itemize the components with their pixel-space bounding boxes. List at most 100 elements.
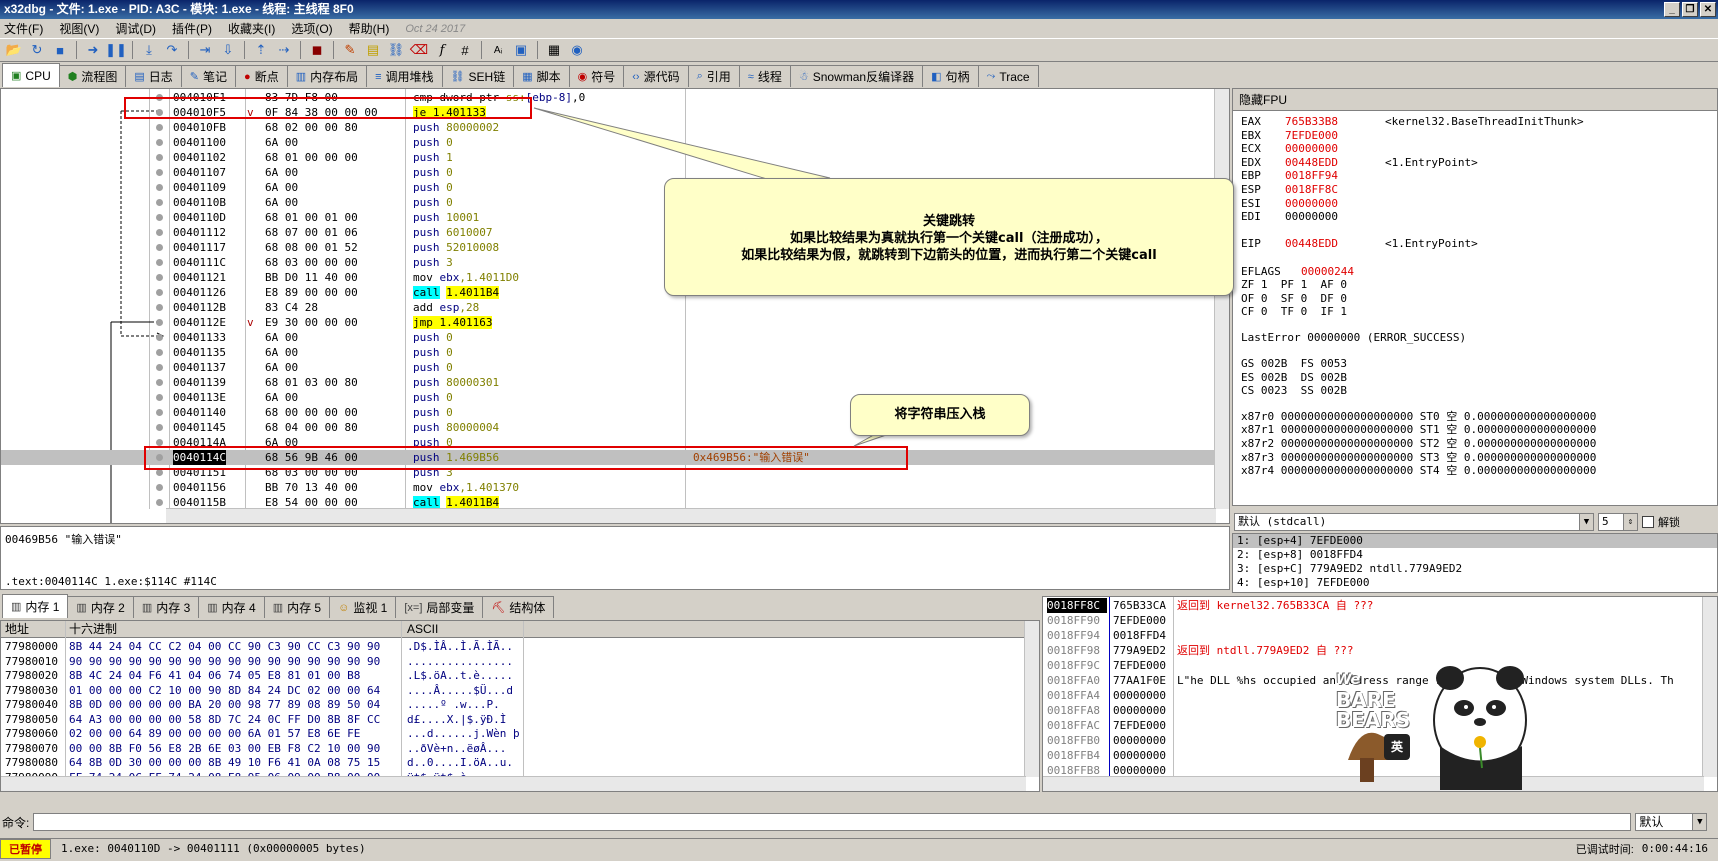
register-row[interactable]: ESP 0018FF8C — [1241, 183, 1385, 197]
dump-row[interactable]: 77980000 8B 44 24 04 CC C2 04 00 CC 90 C3… — [1, 640, 1026, 654]
trace-into-icon[interactable]: ⇡ — [251, 40, 271, 60]
menu-options[interactable]: 选项(O) — [291, 20, 332, 37]
disasm-row[interactable]: 00401135 6A 00 push 0 — [1, 345, 1216, 360]
breakpoint-dot[interactable] — [156, 424, 163, 431]
dump-row[interactable]: 77980080 64 8B 0D 30 00 00 00 8B 49 10 F6… — [1, 756, 1026, 770]
breakpoint-dot[interactable] — [156, 499, 163, 506]
menu-plugins[interactable]: 插件(P) — [172, 20, 212, 37]
tab-seh[interactable]: ⛓ SEH链 — [441, 65, 515, 87]
breakpoint-dot[interactable] — [156, 154, 163, 161]
flags-row[interactable]: CF 0 TF 0 IF 1 — [1241, 305, 1347, 319]
breakpoint-dot[interactable] — [156, 214, 163, 221]
trace-over-icon[interactable]: ⇢ — [274, 40, 294, 60]
tab-trace[interactable]: ⤳ Trace — [977, 65, 1039, 87]
command-mode-select[interactable]: 默认 ▼ — [1635, 813, 1708, 831]
menu-view[interactable]: 视图(V) — [59, 20, 99, 37]
hex-dump[interactable]: 地址 十六进制 ASCII 77980000 8B 44 24 04 CC C2 … — [0, 620, 1040, 792]
breakpoint-dot[interactable] — [156, 259, 163, 266]
fpu-row[interactable]: x87r0 00000000000000000000 ST0 空 0.00000… — [1241, 410, 1596, 424]
disasm-row[interactable]: 0040112B 83 C4 28 add esp,28 — [1, 300, 1216, 315]
stack-arguments[interactable]: 1: [esp+4] 7EFDE000 2: [esp+8] 0018FFD4 … — [1232, 533, 1718, 593]
stack-row[interactable]: 0018FF94 0018FFD4 — [1043, 628, 1703, 643]
close-button[interactable]: ✕ — [1700, 2, 1716, 17]
tab-breakpoint[interactable]: ● 断点 — [235, 65, 288, 87]
breakpoint-dot[interactable] — [156, 139, 163, 146]
font-icon[interactable]: Aᵢ — [488, 40, 508, 60]
ime-indicator[interactable]: 英 — [1384, 734, 1410, 760]
memory-tab[interactable]: ☺ 监视 1 — [329, 596, 397, 618]
breakpoint-dot[interactable] — [156, 469, 163, 476]
dump-row[interactable]: 77980020 8B 4C 24 04 F6 41 04 06 74 05 E8… — [1, 669, 1026, 683]
register-row[interactable]: EFLAGS 00000244 — [1241, 265, 1401, 279]
dump-row[interactable]: 77980050 64 A3 00 00 00 00 58 8D 7C 24 0C… — [1, 713, 1026, 727]
register-row[interactable]: EDI 00000000 — [1241, 210, 1385, 224]
unlock-checkbox[interactable] — [1642, 516, 1654, 528]
tab-log[interactable]: ▤ 日志 — [125, 65, 182, 87]
register-row[interactable]: ECX 00000000 — [1241, 142, 1385, 156]
breakpoint-dot[interactable] — [156, 364, 163, 371]
registers-panel[interactable]: 隐藏FPU EAX 765B33B8 <kernel32.BaseThreadIni… — [1232, 88, 1718, 506]
restore-button[interactable]: ❐ — [1682, 2, 1698, 17]
disasm-row[interactable]: 00401133 6A 00 push 0 — [1, 330, 1216, 345]
memory-tab[interactable]: ⛏ 结构体 — [482, 596, 555, 618]
disasm-row[interactable]: 00401140 68 00 00 00 00 push 0 — [1, 405, 1216, 420]
dump-horizontal-scrollbar[interactable] — [1, 776, 1026, 791]
open-icon[interactable]: 📂 — [4, 40, 24, 60]
segment-row[interactable]: CS 0023 SS 002B — [1241, 384, 1347, 398]
disasm-row[interactable]: 00401102 68 01 00 00 00 push 1 — [1, 150, 1216, 165]
breakpoint-dot[interactable] — [156, 379, 163, 386]
dump-vertical-scrollbar[interactable] — [1024, 621, 1039, 777]
breakpoint-dot[interactable] — [156, 184, 163, 191]
breakpoint-dot[interactable] — [156, 484, 163, 491]
tab-reference[interactable]: ⌕ 引用 — [687, 65, 740, 87]
tab-thread[interactable]: ≈ 线程 — [738, 65, 791, 87]
eraser-icon[interactable]: ⌫ — [409, 40, 429, 60]
stack-row[interactable]: 0018FF8C 765B33CA 返回到 kernel32.765B33CA 自 … — [1043, 598, 1703, 613]
breakpoint-dot[interactable] — [156, 289, 163, 296]
stack-row[interactable]: 0018FF90 7EFDE000 — [1043, 613, 1703, 628]
breakpoint-dot[interactable] — [156, 199, 163, 206]
run-to-return-icon[interactable]: ⇥ — [195, 40, 215, 60]
tab-symbol[interactable]: ◉ 符号 — [568, 65, 625, 87]
register-row[interactable] — [1241, 224, 1385, 238]
breakpoint-dot[interactable] — [156, 409, 163, 416]
memory-tab[interactable]: ▥ 内存 1 — [2, 594, 69, 618]
register-row[interactable]: EAX 765B33B8 <kernel32.BaseThreadInitThunk… — [1241, 115, 1584, 129]
tab-snowman[interactable]: ☃ Snowman反编译器 — [789, 65, 924, 87]
menu-favourites[interactable]: 收藏夹(I) — [228, 20, 275, 37]
stop-icon[interactable]: ■ — [50, 40, 70, 60]
disasm-row[interactable]: 0040112E v E9 30 00 00 00 jmp 1.401163 — [1, 315, 1216, 330]
calling-convention-select[interactable]: 默认 (stdcall) ▼ — [1234, 513, 1594, 531]
register-row[interactable] — [1241, 251, 1385, 265]
disasm-row[interactable]: 00401156 BB 70 13 40 00 mov ebx,1.401370 — [1, 480, 1216, 495]
breakpoint-dot[interactable] — [156, 124, 163, 131]
breakpoint-dot[interactable] — [156, 394, 163, 401]
hide-fpu-button[interactable]: 隐藏FPU — [1233, 89, 1717, 111]
memory-tab[interactable]: [x=] 局部变量 — [395, 596, 484, 618]
breakpoint-dot[interactable] — [156, 229, 163, 236]
disasm-horizontal-scrollbar[interactable] — [166, 508, 1216, 523]
dump-row[interactable]: 77980060 02 00 00 64 89 00 00 00 00 6A 01… — [1, 727, 1026, 741]
run-icon[interactable]: ➜ — [83, 40, 103, 60]
memory-tab[interactable]: ▥ 内存 4 — [198, 596, 265, 618]
fpu-row[interactable]: x87r3 00000000000000000000 ST3 空 0.00000… — [1241, 451, 1596, 465]
step-into-icon[interactable]: ⤓ — [139, 40, 159, 60]
memory-tab[interactable]: ▥ 内存 5 — [263, 596, 331, 618]
command-input[interactable] — [33, 813, 1632, 831]
comment-icon[interactable]: ▤ — [363, 40, 383, 60]
pause-icon[interactable]: ❚❚ — [105, 40, 127, 60]
dump-row[interactable]: 77980070 00 00 8B F0 56 E8 2B 6E 03 00 EB… — [1, 742, 1026, 756]
fpu-row[interactable]: x87r2 00000000000000000000 ST2 空 0.00000… — [1241, 437, 1596, 451]
register-row[interactable]: EBP 0018FF94 — [1241, 169, 1385, 183]
breakpoint-dot[interactable] — [156, 244, 163, 251]
register-row[interactable]: EDX 00448EDD <1.EntryPoint> — [1241, 156, 1478, 170]
function-icon[interactable]: f — [432, 40, 452, 60]
arg-count-spinner[interactable]: 5 ⇕ — [1598, 513, 1638, 531]
flags-row[interactable]: ZF 1 PF 1 AF 0 — [1241, 278, 1347, 292]
breakpoint-dot[interactable] — [156, 169, 163, 176]
cheat-icon[interactable]: ◉ — [567, 40, 587, 60]
register-row[interactable]: EIP 00448EDD <1.EntryPoint> — [1241, 237, 1478, 251]
breakpoint-dot[interactable] — [156, 334, 163, 341]
breakpoint-dot[interactable] — [156, 349, 163, 356]
register-row[interactable]: EBX 7EFDE000 — [1241, 129, 1385, 143]
